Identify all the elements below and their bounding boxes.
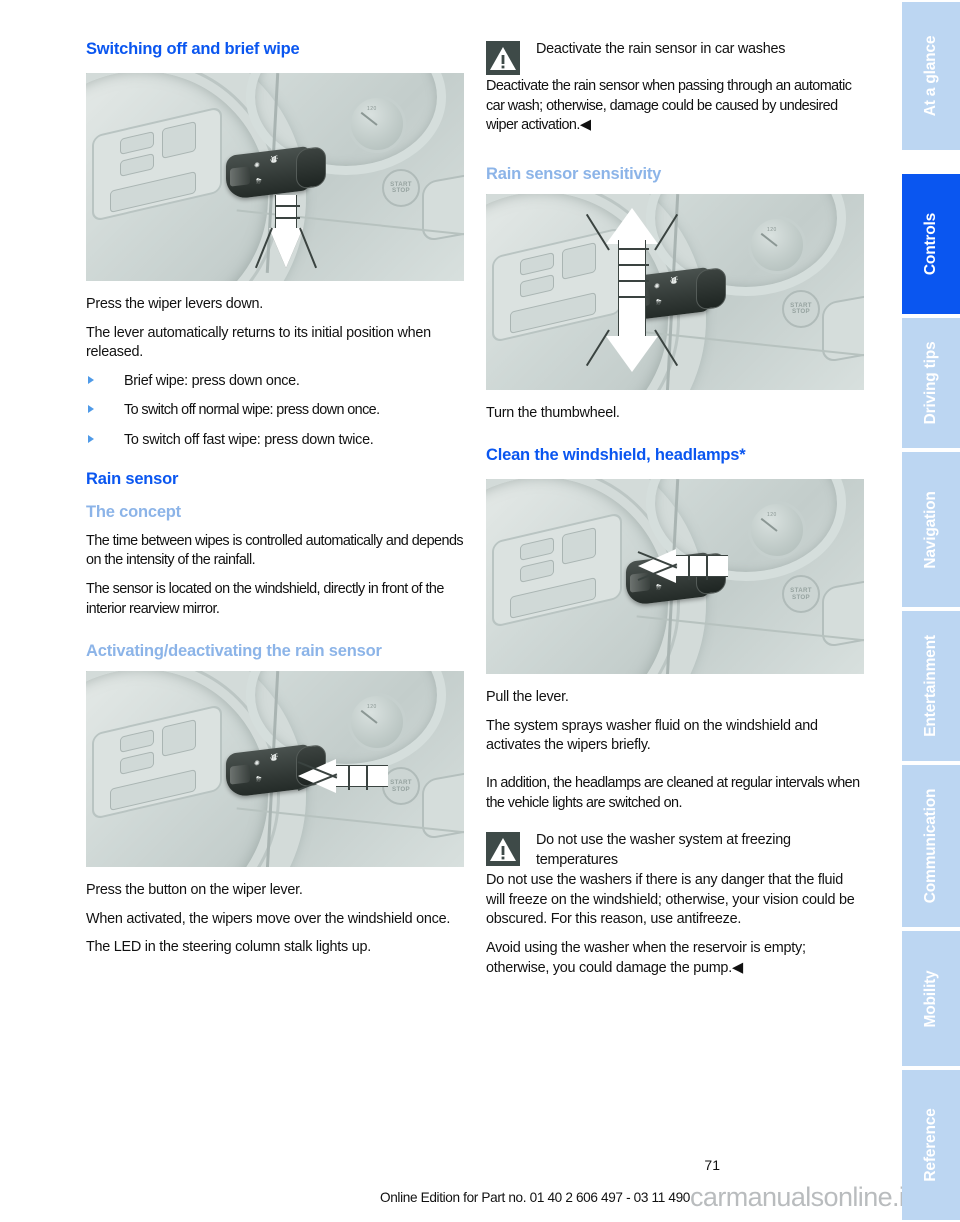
heading-clean-windshield-headlamps: Clean the windshield, headlamps* bbox=[486, 446, 746, 465]
warning-triangle-icon bbox=[486, 41, 520, 75]
list-item: To switch off normal wipe: press down on… bbox=[86, 401, 464, 420]
text-system-sprays-washer-fluid: The system sprays washer fluid on the wi… bbox=[486, 717, 818, 754]
sidebar-item-controls[interactable]: Controls bbox=[902, 174, 960, 314]
warning-body-first: Do not use the washers if there is any d… bbox=[486, 872, 855, 928]
list-item-label: To switch off normal wipe: press down on… bbox=[124, 402, 380, 419]
figure-rain-sensor-button: 120 START STOP ⛇ ✺ ⛈ bbox=[86, 671, 464, 868]
text-pull-the-lever: Pull the lever. bbox=[486, 689, 569, 706]
sidebar-item-at-a-glance[interactable]: At a glance bbox=[902, 2, 960, 150]
heading-switching-off-and-brief-wipe: Switching off and brief wipe bbox=[86, 40, 300, 58]
warning-title: Deactivate the rain sensor in car washes bbox=[536, 41, 786, 57]
sidebar-item-label: Communication bbox=[922, 788, 939, 904]
triangle-bullet-icon bbox=[88, 375, 94, 384]
sidebar-item-entertainment[interactable]: Entertainment bbox=[902, 611, 960, 761]
side-tab-rail: At a glance Controls Driving tips Naviga… bbox=[902, 0, 960, 1222]
text-turn-the-thumbwheel: Turn the thumbwheel. bbox=[486, 404, 620, 421]
triangle-bullet-icon bbox=[88, 405, 94, 414]
arrow-left-icon bbox=[297, 759, 388, 794]
sidebar-item-label: Driving tips bbox=[922, 341, 939, 425]
arrow-up-down-icon bbox=[585, 207, 679, 372]
heading-rain-sensor-sensitivity: Rain sensor sensitivity bbox=[486, 164, 662, 183]
warning-title: Do not use the washer system at freezing… bbox=[536, 832, 791, 868]
sidebar-item-mobility[interactable]: Mobility bbox=[902, 931, 960, 1066]
text-lever-returns: The lever automatically returns to its i… bbox=[86, 324, 431, 361]
manual-page: Switching off and brief wipe 120 START ST… bbox=[0, 0, 960, 1222]
figure-pull-lever-washer: 120 STARTSTOP ⛇ ✺ ⛈ bbox=[486, 479, 864, 675]
arrow-down-icon bbox=[254, 194, 318, 279]
sidebar-item-label: Mobility bbox=[922, 970, 939, 1027]
sidebar-item-label: Navigation bbox=[922, 490, 939, 569]
right-column: Deactivate the rain sensor in car washes… bbox=[486, 40, 864, 987]
text-sensor-location: The sensor is located on the windshield,… bbox=[86, 580, 444, 617]
warning-body-second: Avoid using the washer when the reservoi… bbox=[486, 940, 806, 976]
list-item: To switch off fast wipe: press down twic… bbox=[86, 431, 464, 450]
text-led-lights-up: The LED in the steering column stalk lig… bbox=[86, 939, 372, 956]
figure-wiper-lever-down: 120 START STOP ⛇ ✺ ⛈ bbox=[86, 72, 464, 281]
text-wipers-move-once: When activated, the wipers move over the… bbox=[86, 910, 451, 927]
text-press-wiper-levers-down: Press the wiper levers down. bbox=[86, 295, 263, 312]
text-headlamps-cleaned: In addition, the headlamps are cleaned a… bbox=[486, 774, 860, 811]
triangle-bullet-icon bbox=[88, 435, 94, 444]
warning-do-not-use-washer-freezing: Do not use the washer system at freezing… bbox=[486, 831, 864, 978]
left-column: Switching off and brief wipe 120 START ST… bbox=[86, 40, 464, 958]
text-press-button-on-wiper-lever: Press the button on the wiper lever. bbox=[86, 882, 303, 899]
arrow-left-icon bbox=[637, 549, 728, 584]
heading-the-concept: The concept bbox=[86, 502, 181, 521]
heading-activating-deactivating-rain-sensor: Activating/deactivating the rain sensor bbox=[86, 642, 382, 661]
sidebar-item-driving-tips[interactable]: Driving tips bbox=[902, 318, 960, 448]
footer-edition-text: Online Edition for Part no. 01 40 2 606 … bbox=[379, 1190, 690, 1205]
text-time-between-wipes: The time between wipes is controlled aut… bbox=[86, 532, 464, 569]
sidebar-item-navigation[interactable]: Navigation bbox=[902, 452, 960, 607]
bullet-list-wipe-modes: Brief wipe: press down once. To switch o… bbox=[86, 372, 464, 450]
list-item-label: To switch off fast wipe: press down twic… bbox=[124, 432, 374, 449]
warning-deactivate-rain-sensor: Deactivate the rain sensor in car washes… bbox=[486, 40, 864, 136]
warning-body: Deactivate the rain sensor when passing … bbox=[486, 78, 852, 134]
heading-rain-sensor: Rain sensor bbox=[86, 469, 179, 488]
sidebar-item-label: Entertainment bbox=[922, 635, 939, 737]
warning-triangle-icon bbox=[486, 832, 520, 867]
sidebar-item-label: Reference bbox=[922, 1108, 939, 1182]
sidebar-item-reference[interactable]: Reference bbox=[902, 1070, 960, 1220]
page-number: 71 bbox=[704, 1157, 720, 1173]
sidebar-item-label: Controls bbox=[922, 212, 939, 276]
sidebar-item-communication[interactable]: Communication bbox=[902, 765, 960, 927]
figure-thumbwheel-sensitivity: 120 START STOP ⛇ ✺ ⛈ bbox=[486, 193, 864, 390]
sidebar-item-label: At a glance bbox=[922, 35, 939, 117]
list-item-label: Brief wipe: press down once. bbox=[124, 372, 300, 389]
list-item: Brief wipe: press down once. bbox=[86, 372, 464, 391]
